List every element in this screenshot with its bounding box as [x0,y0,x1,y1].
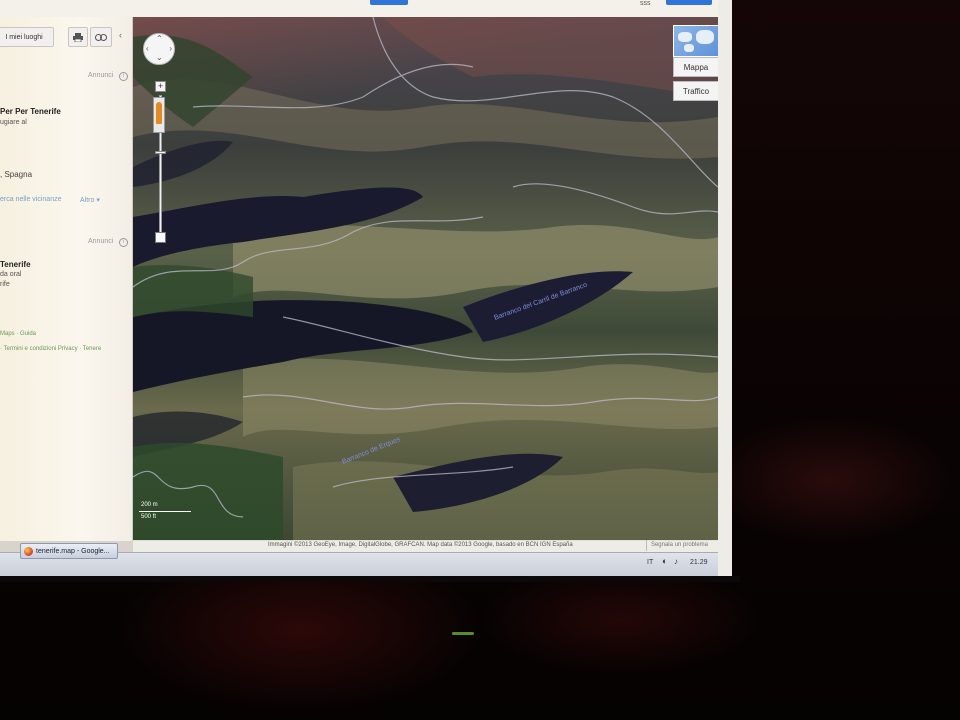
map-attribution-bar: Immagini ©2013 GeoEye, Image, DigitalGlo… [133,540,718,552]
street-view-pegman[interactable] [153,97,165,133]
sign-in-button[interactable] [666,0,712,5]
map-type-thumbnail[interactable] [673,25,718,57]
info-icon[interactable]: i [119,72,128,81]
collapse-panel-icon[interactable]: ‹ [119,30,122,40]
traffic-layer-button[interactable]: Traffico [673,81,718,101]
taskbar-firefox-window[interactable]: tenerife.map - Google... [20,543,118,559]
firefox-icon [24,546,33,556]
report-problem-link[interactable]: Segnala un problema [645,540,712,551]
terrain-imagery: Barranco del Carril de Barranco Barranco… [133,17,718,541]
language-indicator[interactable]: IT [647,559,653,566]
footer-links[interactable]: · Termini e condizioni Privacy · Tenere [0,346,101,352]
map-label: Barranco de Erques [341,436,402,466]
pan-control[interactable]: ⌃ ‹ › ⌄ [143,33,175,65]
topbar-text: sss [640,0,651,7]
ads-label: Annunci [88,238,114,245]
ad-text: da oral [0,271,22,278]
footer-links[interactable]: Maps · Guida [0,331,36,337]
ad-text: ugiare al [0,119,27,126]
window-edge [718,0,732,576]
attribution-text: Immagini ©2013 GeoEye, Image, DigitalGlo… [268,542,573,548]
region-text: , Spagna [0,170,33,179]
map-type-map-button[interactable]: Mappa [673,57,718,77]
zoom-out-button[interactable] [155,232,166,243]
scale-bar [139,511,191,512]
scale-metric-label: 200 m [141,502,158,508]
satellite-map[interactable]: Barranco del Carril de Barranco Barranco… [133,17,718,541]
ad-text: rife [0,281,10,288]
monitor-bezel [0,576,740,582]
search-button[interactable] [370,0,408,5]
map-type-control: Mappa Traffico [673,25,718,109]
zoom-in-button[interactable]: + [155,81,166,92]
zoom-level-marker[interactable] [155,151,166,154]
power-led [452,632,474,635]
search-nearby-link[interactable]: erca nelle vicinanze [0,196,61,203]
left-panel: I miei luoghi ‹ Annunci i Per Per Teneri… [0,17,133,541]
clock[interactable]: 21.29 [690,559,708,566]
tray-network-icon[interactable]: ◐ [662,556,667,566]
taskbar: tenerife.map - Google... IT ◐ ♪ 21.29 [0,543,718,576]
ads-label: Annunci [88,72,114,79]
pan-right-icon[interactable]: › [169,45,172,53]
monitor-screen: sss I miei luoghi ‹ Annunci i Per Per Te… [0,0,732,576]
ad-title[interactable]: Tenerife [0,260,31,269]
my-places-button[interactable]: I miei luoghi [0,27,54,47]
print-icon[interactable] [68,27,88,47]
map-scale: 200 m 500 ft [137,502,197,526]
ad-title-text: Per Tenerife [15,107,61,116]
pan-down-icon[interactable]: ⌄ [156,54,163,62]
info-icon[interactable]: i [119,238,128,247]
ad-title[interactable]: Per Per Tenerife [0,107,61,116]
top-bar: sss [0,0,732,17]
scale-imperial-label: 500 ft [141,514,157,520]
pan-left-icon[interactable]: ‹ [146,45,149,53]
pan-up-icon[interactable]: ⌃ [156,35,163,43]
tray-volume-icon[interactable]: ♪ [674,557,678,566]
link-icon[interactable] [90,27,112,47]
taskbar-window-label: tenerife.map - Google... [36,547,110,555]
more-link[interactable]: Altro ▾ [80,196,100,204]
pegman-icon [156,102,162,124]
